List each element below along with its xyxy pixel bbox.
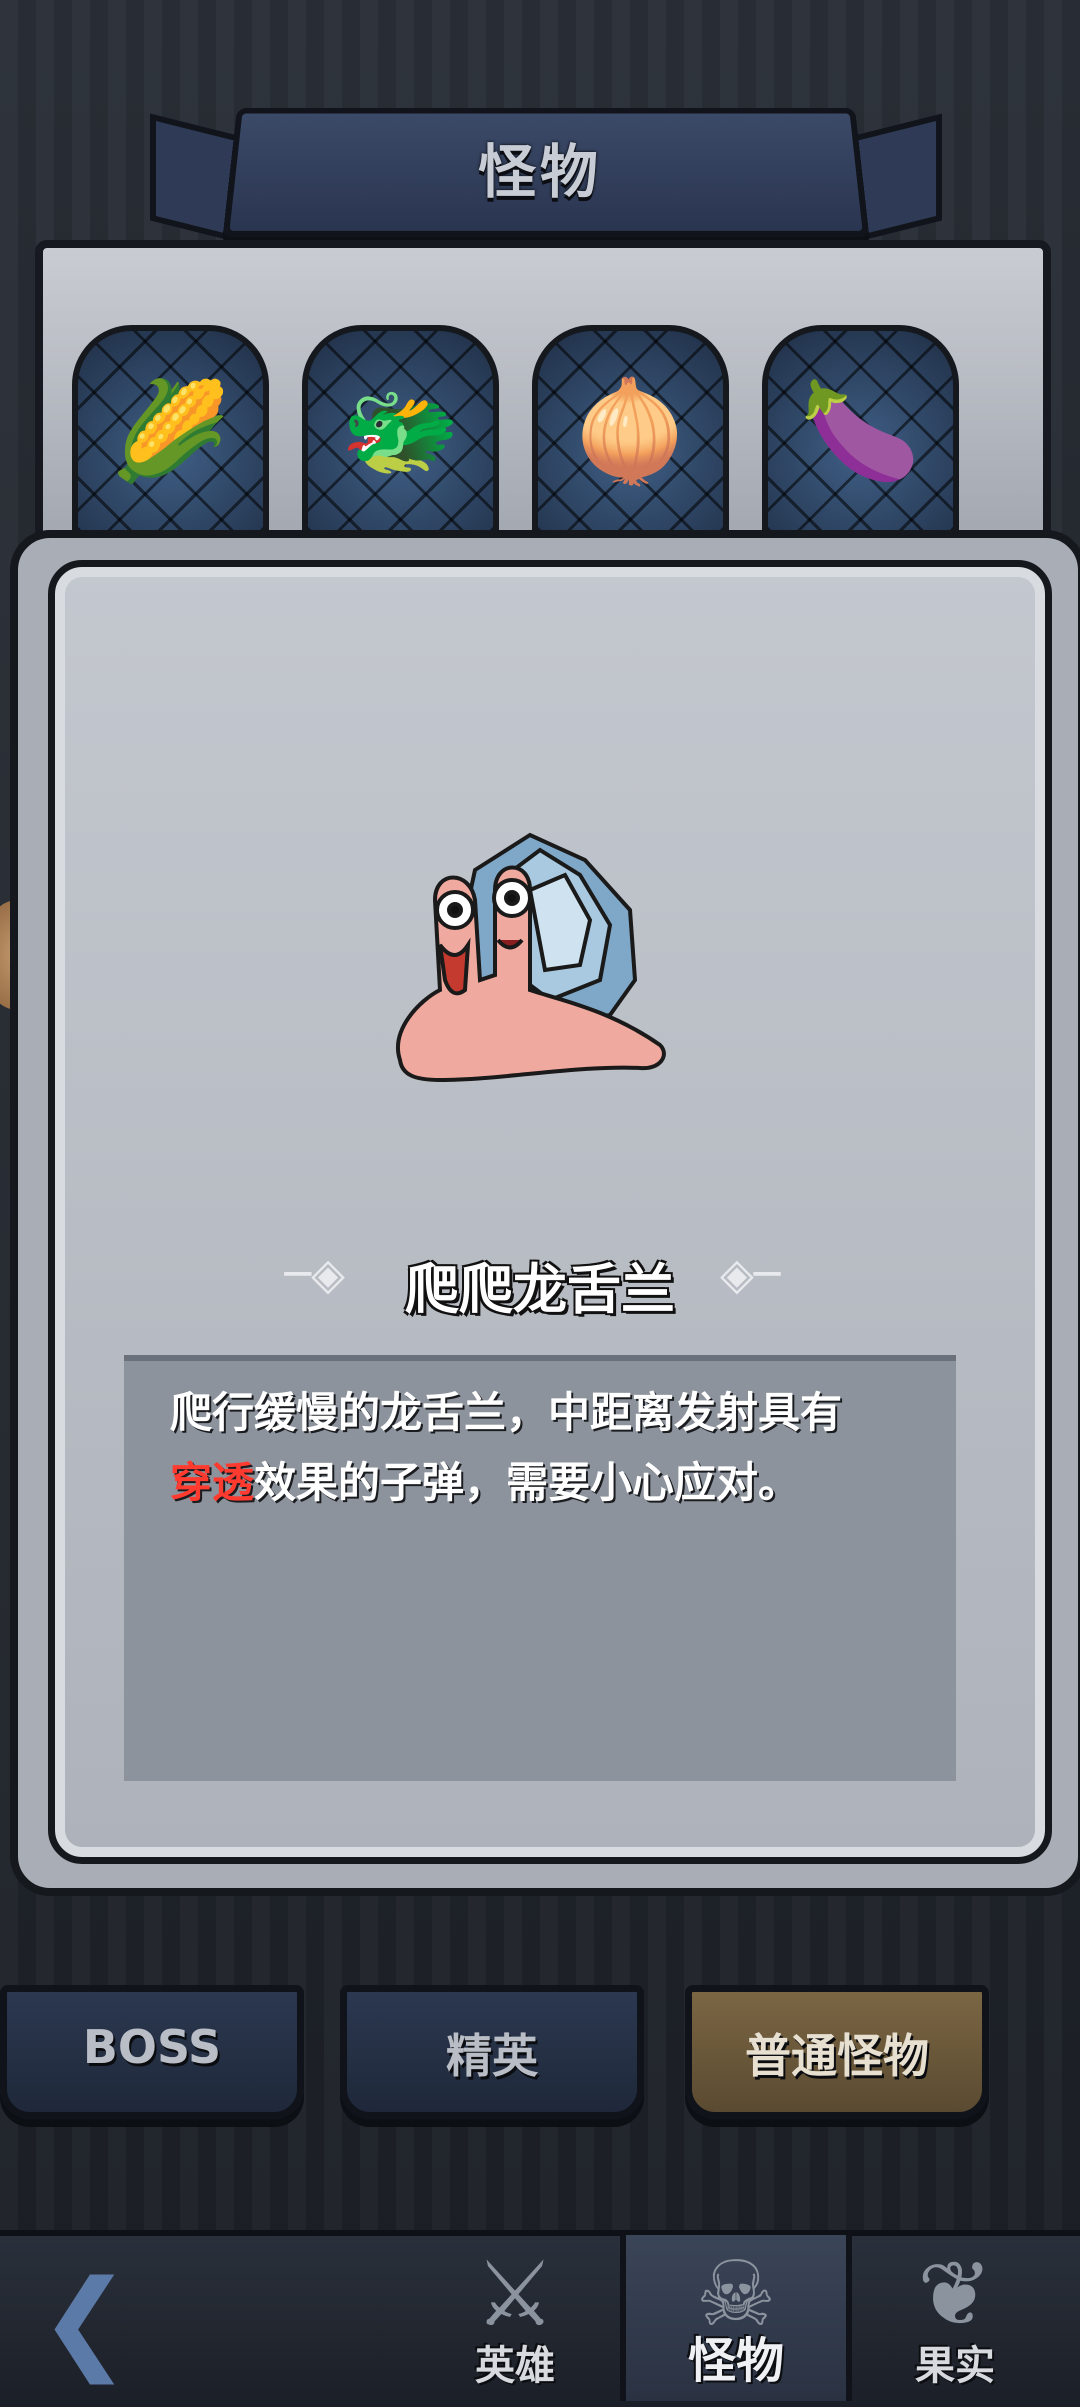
gallery-item-eggplant-monster[interactable]: 🍆 [762,325,959,537]
nav-item-fruit[interactable]: ❦ 果实 [845,2235,1065,2401]
gallery-item-red-monster[interactable]: 🐲 [302,325,499,537]
eggplant-monster-icon: 🍆 [800,375,921,487]
tab-boss[interactable]: BOSS [0,1985,304,2119]
tab-elite-label: 精英 [446,2029,538,2083]
monster-description: 爬行缓慢的龙舌兰，中距离发射具有 穿透效果的子弹，需要小心应对。 [170,1378,930,1518]
fruit-icon: ❦ [917,2242,993,2347]
back-arrow-icon[interactable]: ❮ [20,2265,150,2375]
hero-icon: ⚔ [474,2242,556,2347]
gallery-item-turnip-monster[interactable]: 🧅 [532,325,729,537]
nav-item-monster[interactable]: ☠ 怪物 [620,2235,852,2401]
description-tail: 效果的子弹，需要小心应对。 [254,1458,801,1507]
red-dragonfruit-monster-icon: 🐲 [340,375,461,487]
tab-elite[interactable]: 精英 [340,1985,644,2119]
corn-monster-icon: 🌽 [110,375,231,487]
page-title: 怪物 [477,138,602,206]
name-right-ornament: ◈─ [720,1249,781,1300]
crawling-agave-snail-icon [396,832,666,1083]
gallery-item-corn-monster[interactable]: 🌽 [72,325,269,537]
purple-turnip-monster-icon: 🧅 [570,375,691,487]
description-highlight: 穿透 [170,1458,255,1507]
nav-item-hero[interactable]: ⚔ 英雄 [405,2235,625,2401]
nav-hero-label: 英雄 [475,2343,555,2389]
nav-fruit-label: 果实 [915,2343,995,2389]
tab-normal-monsters[interactable]: 普通怪物 [685,1985,989,2119]
tab-boss-label: BOSS [82,2020,222,2074]
tab-normal-monsters-label: 普通怪物 [745,2029,929,2083]
nav-monster-label: 怪物 [687,2333,784,2389]
description-lead: 爬行缓慢的龙舌兰，中距离发射具有 [170,1388,843,1437]
monster-name: 爬爬龙舌兰 [405,1258,675,1321]
